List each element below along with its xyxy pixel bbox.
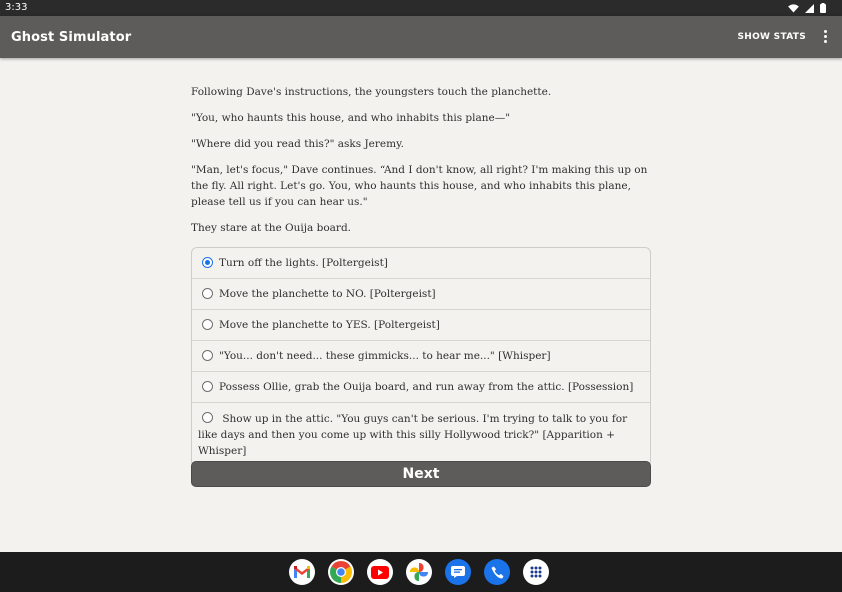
messages-icon[interactable] <box>445 559 471 585</box>
status-time: 3:33 <box>5 2 28 13</box>
story-paragraph: They stare at the Ouija board. <box>191 222 352 234</box>
radio-icon[interactable] <box>202 288 213 299</box>
system-icons <box>788 3 826 13</box>
choice-label: Move the planchette to NO. [Poltergeist] <box>219 288 436 300</box>
choice-label: Turn off the lights. [Poltergeist] <box>219 257 388 269</box>
radio-icon[interactable] <box>202 412 213 423</box>
radio-icon[interactable] <box>202 350 213 361</box>
radio-selected-icon[interactable] <box>202 257 213 268</box>
story-paragraph: "Where did you read this?" asks Jeremy. <box>191 138 404 150</box>
choice-label: "You... don't need... these gimmicks... … <box>219 350 551 362</box>
choice-option[interactable]: Move the planchette to YES. [Poltergeist… <box>192 310 650 341</box>
choice-option[interactable]: Move the planchette to NO. [Poltergeist] <box>192 279 650 310</box>
app-drawer-icon[interactable] <box>523 559 549 585</box>
story-text: Following Dave's instructions, the young… <box>191 84 651 246</box>
show-stats-button[interactable]: SHOW STATS <box>737 32 806 42</box>
more-options-icon[interactable] <box>822 30 828 44</box>
choice-label: Show up in the attic. "You guys can't be… <box>198 413 628 457</box>
story-paragraph: Following Dave's instructions, the young… <box>191 86 552 98</box>
signal-icon <box>805 3 814 13</box>
choice-list: Turn off the lights. [Poltergeist] Move … <box>191 247 651 467</box>
app-dock <box>289 559 549 585</box>
phone-icon[interactable] <box>484 559 510 585</box>
status-bar: 3:33 <box>0 0 842 16</box>
next-button[interactable]: Next <box>191 461 651 487</box>
choice-option[interactable]: Possess Ollie, grab the Ouija board, and… <box>192 372 650 403</box>
gmail-icon[interactable] <box>289 559 315 585</box>
chrome-icon[interactable] <box>328 559 354 585</box>
radio-icon[interactable] <box>202 381 213 392</box>
choice-label: Move the planchette to YES. [Poltergeist… <box>219 319 440 331</box>
story-paragraph: "You, who haunts this house, and who inh… <box>191 112 511 124</box>
story-paragraph: "Man, let's focus," Dave continues. “And… <box>191 164 648 208</box>
app-title: Ghost Simulator <box>11 30 132 45</box>
app-bar: Ghost Simulator SHOW STATS <box>0 16 842 58</box>
taskbar <box>0 552 842 592</box>
choice-option[interactable]: Turn off the lights. [Poltergeist] <box>192 248 650 279</box>
youtube-icon[interactable] <box>367 559 393 585</box>
choice-option[interactable]: Show up in the attic. "You guys can't be… <box>192 403 650 466</box>
choice-label: Possess Ollie, grab the Ouija board, and… <box>219 381 634 393</box>
radio-icon[interactable] <box>202 319 213 330</box>
photos-icon[interactable] <box>406 559 432 585</box>
wifi-icon <box>788 3 799 13</box>
choice-option[interactable]: "You... don't need... these gimmicks... … <box>192 341 650 372</box>
battery-icon <box>820 3 826 13</box>
